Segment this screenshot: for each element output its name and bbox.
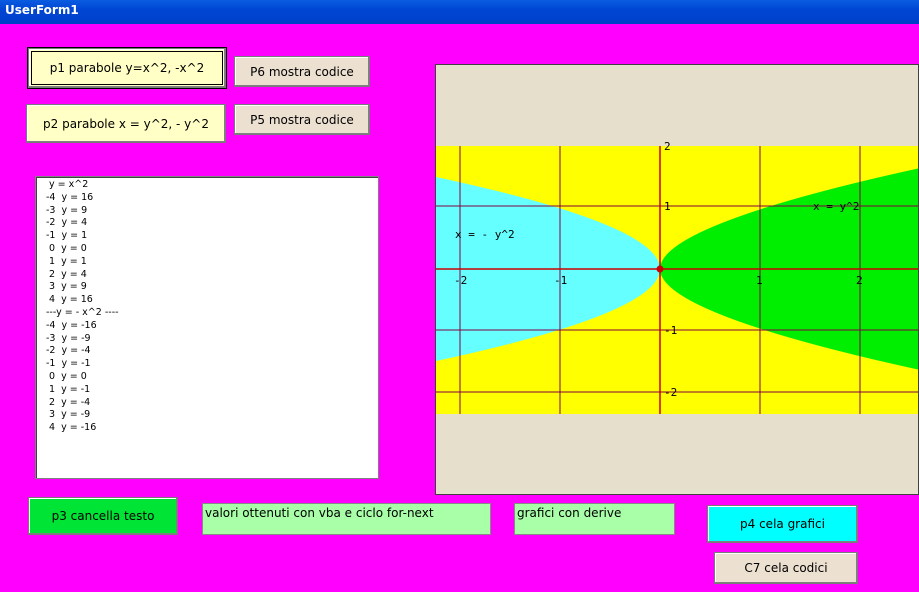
- listbox-item[interactable]: -1 y = 1: [46, 230, 378, 243]
- values-listbox[interactable]: y = x^2 -4 y = 16 -3 y = 9 -2 y = 4 -1 y = 1…: [35, 176, 379, 479]
- p2-parabole-button[interactable]: p2 parabole x = y^2, - y^2: [26, 104, 226, 143]
- listbox-item[interactable]: 3 y = -9: [46, 409, 378, 422]
- y-tick-label: 1: [664, 200, 671, 213]
- y-tick-label: -2: [664, 386, 677, 399]
- listbox-item[interactable]: y = x^2: [46, 179, 378, 192]
- p6-mostra-codice-button[interactable]: P6 mostra codice: [234, 56, 370, 87]
- x-tick-label: 2: [856, 274, 863, 287]
- x-tick-label: 1: [756, 274, 763, 287]
- p4-cela-grafici-button[interactable]: p4 cela grafici: [707, 505, 858, 543]
- x-tick-label: -1: [554, 274, 567, 287]
- vba-values-label: valori ottenuti con vba e ciclo for-next: [202, 503, 491, 535]
- listbox-item[interactable]: -2 y = 4: [46, 217, 378, 230]
- listbox-item[interactable]: 4 y = 16: [46, 294, 378, 307]
- origin-point: [656, 265, 664, 273]
- listbox-item[interactable]: 3 y = 9: [46, 281, 378, 294]
- listbox-item[interactable]: -1 y = -1: [46, 358, 378, 371]
- listbox-item[interactable]: 4 y = -16: [46, 422, 378, 435]
- listbox-item[interactable]: 1 y = -1: [46, 384, 378, 397]
- listbox-item[interactable]: ---y = - x^2 ----: [46, 307, 378, 320]
- derive-graphs-label: grafici con derive: [514, 503, 675, 535]
- listbox-item[interactable]: 2 y = 4: [46, 269, 378, 282]
- x-tick-label: -2: [454, 274, 467, 287]
- graph-panel: -2 -1 1 2 2 1 -1 -2 x = y^2 x = - y^2: [435, 64, 919, 495]
- listbox-item[interactable]: 0 y = 0: [46, 371, 378, 384]
- p5-mostra-codice-button[interactable]: P5 mostra codice: [234, 104, 370, 135]
- listbox-item[interactable]: -2 y = -4: [46, 345, 378, 358]
- curve-label-left: x = - y^2: [455, 228, 515, 241]
- c7-cela-codici-button[interactable]: C7 cela codici: [714, 552, 858, 584]
- listbox-item[interactable]: 0 y = 0: [46, 243, 378, 256]
- listbox-item[interactable]: -3 y = 9: [46, 205, 378, 218]
- p1-parabole-button[interactable]: p1 parabole y=x^2, -x^2: [28, 48, 226, 88]
- window-title: UserForm1: [5, 3, 79, 17]
- title-bar: UserForm1: [0, 0, 919, 24]
- y-tick-label: -1: [664, 324, 677, 337]
- listbox-item[interactable]: -4 y = -16: [46, 320, 378, 333]
- listbox-item[interactable]: -3 y = -9: [46, 333, 378, 346]
- p3-cancella-testo-button[interactable]: p3 cancella testo: [28, 497, 178, 535]
- listbox-item[interactable]: -4 y = 16: [46, 192, 378, 205]
- y-tick-label: 2: [664, 140, 671, 153]
- parabola-graph: -2 -1 1 2 2 1 -1 -2 x = y^2 x = - y^2: [436, 140, 918, 414]
- listbox-item[interactable]: 2 y = -4: [46, 397, 378, 410]
- listbox-item[interactable]: 1 y = 1: [46, 256, 378, 269]
- curve-label-right: x = y^2: [813, 200, 859, 213]
